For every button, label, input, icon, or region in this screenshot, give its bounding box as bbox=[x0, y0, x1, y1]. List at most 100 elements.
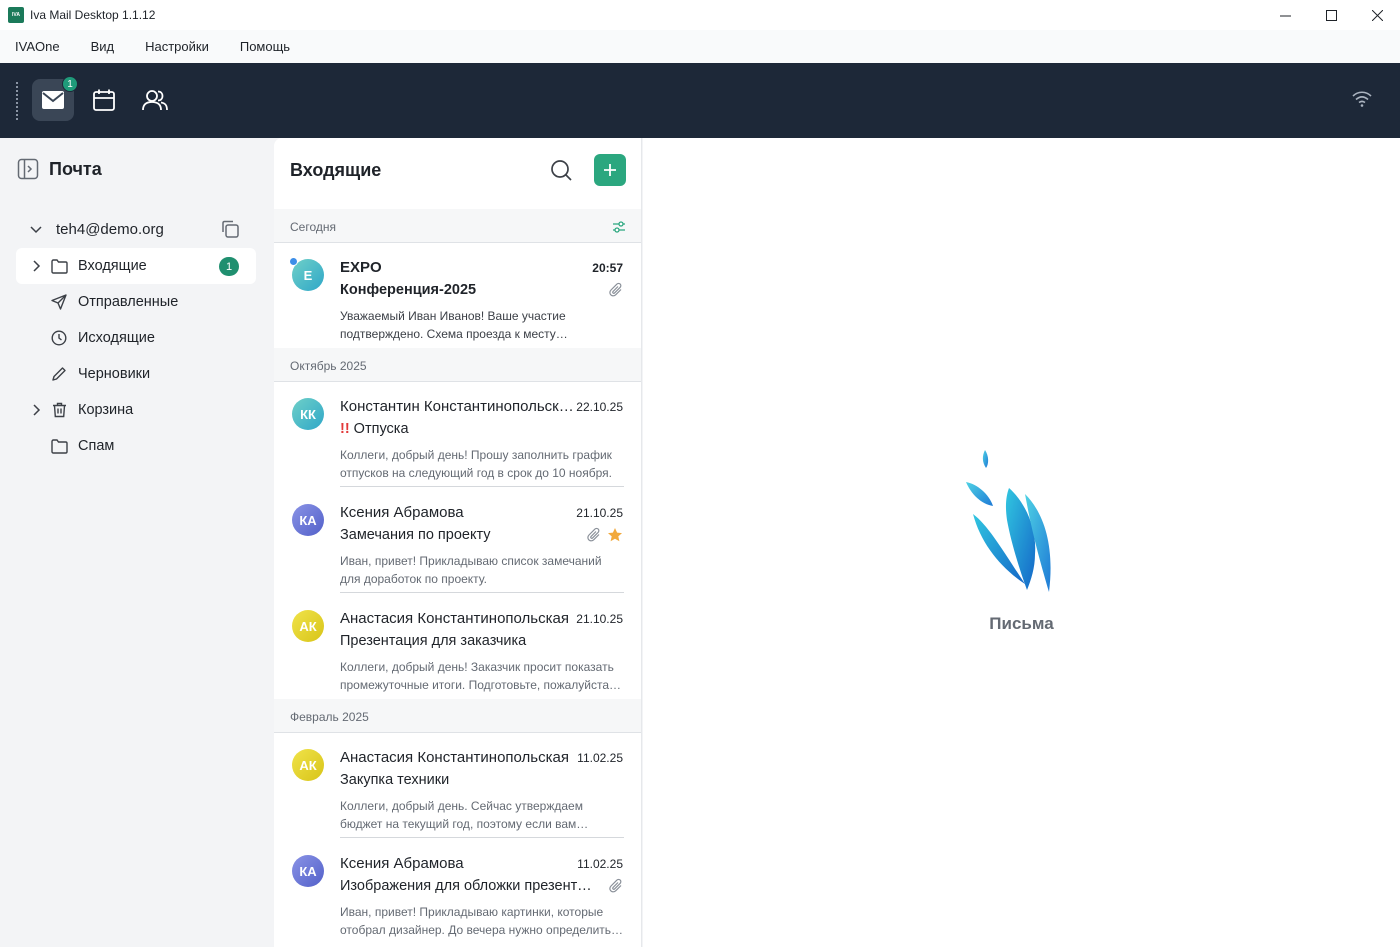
group-label: Сегодня bbox=[290, 220, 336, 234]
maximize-button[interactable] bbox=[1308, 0, 1354, 30]
message-date: 11.02.25 bbox=[577, 751, 623, 765]
folders-header: Почта bbox=[17, 158, 102, 180]
message-preview: Коллеги, добрый день! Прошу заполнить гр… bbox=[340, 448, 612, 480]
mail-icon bbox=[42, 91, 64, 109]
folder-label: Черновики bbox=[78, 366, 151, 382]
filter-icon[interactable] bbox=[612, 220, 626, 234]
menu-settings[interactable]: Настройки bbox=[145, 39, 209, 54]
message-subject: Конференция-2025 bbox=[340, 282, 477, 298]
app-logo-icon: IVA bbox=[8, 7, 24, 23]
message-preview: Коллеги, добрый день! Заказчик просит по… bbox=[340, 660, 614, 692]
folder-sent[interactable]: Отправленные bbox=[16, 284, 256, 320]
trash-icon bbox=[52, 402, 66, 418]
avatar: КА bbox=[292, 855, 324, 887]
folder-label: Отправленные bbox=[78, 294, 179, 310]
message-date: 21.10.25 bbox=[576, 612, 623, 626]
attachment-icon bbox=[609, 282, 622, 297]
attachment-icon bbox=[609, 878, 622, 893]
connection-status bbox=[1352, 91, 1372, 112]
attachment-icon bbox=[587, 527, 600, 542]
account-row[interactable]: teh4@demo.org bbox=[16, 216, 256, 242]
inbox-unread-badge: 1 bbox=[219, 257, 239, 276]
message-date: 11.02.25 bbox=[577, 857, 623, 871]
message-date: 20:57 bbox=[592, 261, 623, 275]
copy-icon[interactable] bbox=[220, 219, 240, 239]
mail-unread-badge: 1 bbox=[62, 76, 78, 92]
message-date: 22.10.25 bbox=[576, 400, 623, 414]
mail-app-button[interactable]: 1 bbox=[32, 76, 78, 121]
folder-inbox[interactable]: Входящие 1 bbox=[16, 248, 256, 284]
chevron-right-icon[interactable] bbox=[29, 403, 43, 417]
avatar: КА bbox=[292, 504, 324, 536]
pencil-icon bbox=[52, 367, 66, 381]
message-item[interactable]: АК Анастасия Константинопольская 11.02.2… bbox=[274, 732, 641, 838]
message-list-title: Входящие bbox=[290, 160, 382, 180]
chevron-down-icon[interactable] bbox=[26, 219, 46, 239]
message-sender: Константин Константинопольский bbox=[340, 398, 574, 415]
avatar: АК bbox=[292, 610, 324, 642]
group-label: Октябрь 2025 bbox=[290, 359, 367, 373]
iva-leaf-logo bbox=[966, 450, 1051, 592]
message-subject: !! Отпуска bbox=[340, 421, 592, 437]
wifi-icon bbox=[1352, 91, 1372, 107]
folders-title: Почта bbox=[49, 158, 102, 179]
unread-indicator bbox=[289, 257, 298, 266]
menu-ivaone[interactable]: IVAOne bbox=[15, 39, 60, 54]
message-subject: Изображения для обложки презентации bbox=[340, 878, 596, 894]
folder-icon bbox=[50, 438, 68, 454]
message-sender: Анастасия Константинопольская bbox=[340, 610, 569, 627]
message-sender: Ксения Абрамова bbox=[340, 855, 464, 872]
calendar-app-button[interactable] bbox=[83, 79, 125, 121]
chevron-right-icon[interactable] bbox=[29, 259, 43, 273]
window-title: Iva Mail Desktop 1.1.12 bbox=[30, 8, 156, 22]
search-button[interactable] bbox=[550, 159, 572, 186]
send-icon bbox=[51, 294, 67, 310]
star-icon[interactable] bbox=[607, 527, 623, 543]
message-item[interactable]: КК Константин Константинопольский 22.10.… bbox=[274, 381, 641, 487]
group-header-february-2025: Февраль 2025 bbox=[274, 699, 641, 733]
message-item[interactable]: КА Ксения Абрамова 11.02.25 Изображения … bbox=[274, 838, 641, 944]
message-item[interactable]: E EXPO 20:57 Конференция-2025 Уважаемый … bbox=[274, 242, 641, 348]
clock-icon bbox=[51, 330, 67, 346]
message-preview: Иван, привет! Прикладываю список замечан… bbox=[340, 554, 602, 586]
group-header-today: Сегодня bbox=[274, 209, 641, 243]
message-subject-text: Отпуска bbox=[353, 421, 409, 437]
message-sender: EXPO bbox=[340, 259, 382, 276]
message-preview: Уважаемый Иван Иванов! Ваше участие подт… bbox=[340, 309, 566, 341]
empty-state-label: Письма bbox=[989, 614, 1054, 633]
close-button[interactable] bbox=[1354, 0, 1400, 30]
title-bar: IVA Iva Mail Desktop 1.1.12 bbox=[0, 0, 1400, 30]
message-list-pane: Входящие Сегодня E EXPO 20:57 Конференци… bbox=[274, 138, 642, 947]
folder-trash[interactable]: Корзина bbox=[16, 392, 256, 428]
message-subject: Закупка техники bbox=[340, 772, 450, 788]
close-icon bbox=[1371, 9, 1383, 21]
reading-pane: Письма bbox=[643, 138, 1400, 947]
menu-bar: IVAOne Вид Настройки Помощь bbox=[0, 30, 1400, 63]
contacts-app-button[interactable] bbox=[134, 79, 176, 121]
group-label: Февраль 2025 bbox=[290, 710, 369, 724]
contacts-icon bbox=[142, 90, 168, 111]
message-item[interactable]: КА Ксения Абрамова 21.10.25 Замечания по… bbox=[274, 487, 641, 593]
folder-spam[interactable]: Спам bbox=[16, 428, 256, 464]
message-subject: Презентация для заказчика bbox=[340, 633, 527, 649]
message-preview: Иван, привет! Прикладываю картинки, кото… bbox=[340, 905, 624, 937]
plus-icon bbox=[604, 164, 616, 176]
minimize-button[interactable] bbox=[1262, 0, 1308, 30]
folder-label: Исходящие bbox=[78, 330, 155, 346]
menu-help[interactable]: Помощь bbox=[240, 39, 290, 54]
compose-button[interactable] bbox=[594, 154, 626, 186]
avatar: АК bbox=[292, 749, 324, 781]
message-sender: Ксения Абрамова bbox=[340, 504, 464, 521]
calendar-icon bbox=[93, 89, 115, 111]
sidebar-toggle-icon[interactable] bbox=[17, 158, 39, 180]
maximize-icon bbox=[1325, 9, 1337, 21]
window-controls bbox=[1262, 0, 1400, 30]
message-sender: Анастасия Константинопольская bbox=[340, 749, 569, 766]
message-item[interactable]: АК Анастасия Константинопольская 21.10.2… bbox=[274, 593, 641, 699]
folder-outbox[interactable]: Исходящие bbox=[16, 320, 256, 356]
group-header-october-2025: Октябрь 2025 bbox=[274, 348, 641, 382]
folder-drafts[interactable]: Черновики bbox=[16, 356, 256, 392]
menu-view[interactable]: Вид bbox=[91, 39, 115, 54]
toolbar-grip[interactable] bbox=[16, 82, 19, 120]
folder-label: Спам bbox=[78, 438, 115, 454]
